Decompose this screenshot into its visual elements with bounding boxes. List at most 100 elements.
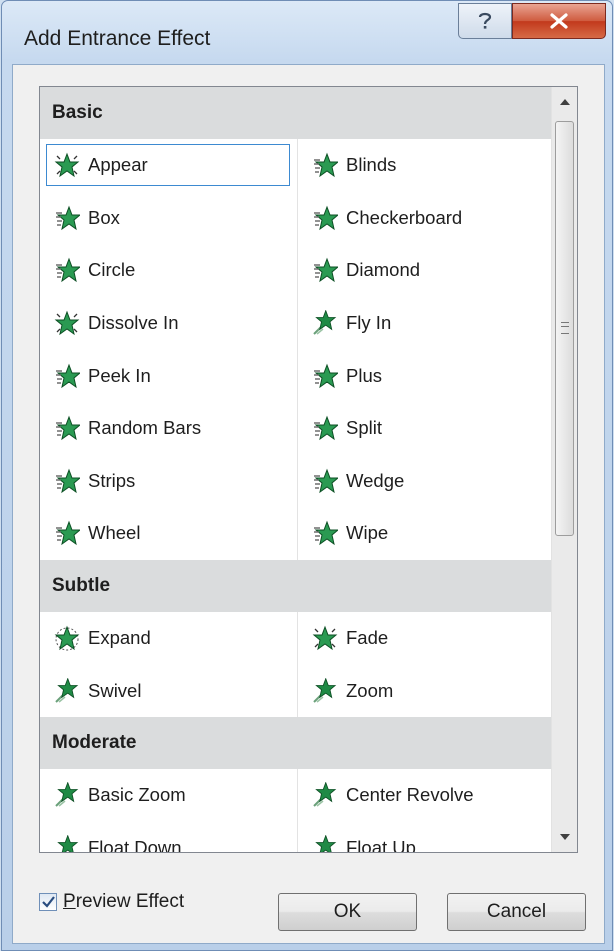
effect-label: Peek In xyxy=(88,364,151,386)
effect-item-peek-in[interactable]: Peek In xyxy=(40,349,298,402)
star-striped-icon xyxy=(56,258,80,283)
effect-label: Fly In xyxy=(346,312,392,334)
star-expand-icon xyxy=(54,625,80,651)
effect-label: Float Up xyxy=(346,836,416,853)
effects-sections: Basic Appear Blinds Box Checkerboard Circle Di… xyxy=(40,87,577,853)
dialog-body: Basic Appear Blinds Box Checkerboard Circle Di… xyxy=(12,64,605,944)
effect-item-wipe[interactable]: Wipe xyxy=(298,507,556,560)
checkbox[interactable] xyxy=(39,893,57,911)
help-button[interactable] xyxy=(458,3,512,39)
cancel-button[interactable]: Cancel xyxy=(447,893,586,931)
effect-label: Diamond xyxy=(346,259,421,281)
effect-label: Zoom xyxy=(346,679,394,701)
effect-item-diamond[interactable]: Diamond xyxy=(298,244,556,297)
effect-label: Dissolve In xyxy=(88,312,179,334)
effect-label: Random Bars xyxy=(88,417,202,439)
effect-label: Fade xyxy=(346,627,389,649)
effect-label: Blinds xyxy=(346,154,397,176)
star-motion-icon xyxy=(55,782,79,807)
effect-item-float-up[interactable]: Float Up xyxy=(298,822,556,853)
star-striped-icon xyxy=(56,363,80,388)
effect-label: Plus xyxy=(346,364,382,386)
effect-item-strips[interactable]: Strips xyxy=(40,455,298,508)
preview-effect-checkbox[interactable]: Preview Effect xyxy=(39,891,184,913)
star-striped-icon xyxy=(314,468,338,494)
preview-effect-label: Preview Effect xyxy=(63,891,185,912)
effect-item-circle[interactable]: Circle xyxy=(40,244,298,297)
effect-item-basic-zoom[interactable]: Basic Zoom xyxy=(40,769,298,822)
effect-item-center-revolve[interactable]: Center Revolve xyxy=(298,769,556,822)
effect-item-box[interactable]: Box xyxy=(40,192,298,245)
effects-list[interactable]: Basic Appear Blinds Box Checkerboard Circle Di… xyxy=(39,86,578,853)
effect-item-wheel[interactable]: Wheel xyxy=(40,507,298,560)
effect-item-blinds[interactable]: Blinds xyxy=(298,139,556,192)
star-striped-icon xyxy=(314,415,338,441)
effects-grid-subtle: Expand Fade Swivel Zoom xyxy=(40,611,577,718)
scroll-grip-icon xyxy=(561,322,569,334)
ok-button[interactable]: OK xyxy=(278,893,417,931)
scroll-up-button[interactable] xyxy=(552,87,577,117)
effect-item-zoom[interactable]: Zoom xyxy=(298,664,556,717)
effect-item-wedge[interactable]: Wedge xyxy=(298,455,556,508)
star-motion-icon xyxy=(57,834,79,852)
effect-label: Appear xyxy=(88,154,148,176)
effect-item-dissolve-in[interactable]: Dissolve In xyxy=(40,297,298,350)
star-striped-icon xyxy=(314,205,338,231)
section-header-subtle: Subtle xyxy=(40,559,577,612)
star-striped-icon xyxy=(314,258,338,283)
star-striped-icon xyxy=(56,468,80,494)
effect-label: Float Down xyxy=(88,836,182,853)
effect-item-checkerboard[interactable]: Checkerboard xyxy=(298,192,556,245)
effect-item-plus[interactable]: Plus xyxy=(298,349,556,402)
star-striped-icon xyxy=(314,363,338,388)
star-striped-icon xyxy=(314,521,338,546)
effect-item-fly-in[interactable]: Fly In xyxy=(298,297,556,350)
star-striped-icon xyxy=(56,415,80,441)
close-icon xyxy=(550,13,568,29)
dialog-title: Add Entrance Effect xyxy=(24,27,211,50)
close-button[interactable] xyxy=(512,3,606,39)
add-entrance-effect-dialog: Add Entrance Effect Basic Appear Blinds Box… xyxy=(1,0,613,951)
effect-item-float-down[interactable]: Float Down xyxy=(40,822,298,853)
effect-item-split[interactable]: Split xyxy=(298,402,556,455)
effect-label: Basic Zoom xyxy=(88,784,186,806)
effect-item-fade[interactable]: Fade xyxy=(298,612,556,665)
effect-item-swivel[interactable]: Swivel xyxy=(40,664,298,717)
effect-label: Split xyxy=(346,417,382,439)
effects-grid-basic: Appear Blinds Box Checkerboard Circle Diamond… xyxy=(40,139,577,560)
star-appear-icon xyxy=(54,310,80,336)
scroll-thumb[interactable] xyxy=(555,121,574,536)
effect-item-expand[interactable]: Expand xyxy=(40,612,298,665)
star-striped-icon xyxy=(314,152,338,178)
star-motion-icon xyxy=(313,677,337,703)
effect-label: Wipe xyxy=(346,522,389,544)
effect-label: Checkerboard xyxy=(346,206,463,228)
star-motion-icon xyxy=(313,782,337,807)
star-appear-icon xyxy=(54,152,80,178)
section-header-moderate: Moderate xyxy=(40,716,577,769)
effect-item-random-bars[interactable]: Random Bars xyxy=(40,402,298,455)
effects-grid-moderate: Basic Zoom Center Revolve Float Down Float … xyxy=(40,768,577,853)
star-appear-icon xyxy=(312,625,338,651)
effect-label: Strips xyxy=(88,469,136,491)
effect-label: Swivel xyxy=(88,679,142,701)
effect-label: Box xyxy=(88,206,120,228)
help-icon xyxy=(478,12,492,29)
effect-label: Expand xyxy=(88,627,151,649)
arrow-up-icon xyxy=(559,99,570,105)
vertical-scrollbar[interactable] xyxy=(551,87,577,852)
star-striped-icon xyxy=(56,521,80,546)
effect-label: Wheel xyxy=(88,522,141,544)
effect-label: Center Revolve xyxy=(346,784,474,806)
effect-item-appear[interactable]: Appear xyxy=(40,139,298,192)
arrow-down-icon xyxy=(559,834,570,840)
effect-label: Circle xyxy=(88,259,136,281)
scroll-down-button[interactable] xyxy=(552,822,577,852)
section-header-basic: Basic xyxy=(40,87,577,139)
star-motion-icon xyxy=(55,677,79,703)
star-striped-icon xyxy=(56,205,80,231)
effect-label: Wedge xyxy=(346,469,405,491)
star-motion-icon xyxy=(313,310,337,335)
star-motion-icon xyxy=(315,834,337,852)
checkmark-icon xyxy=(41,896,55,908)
